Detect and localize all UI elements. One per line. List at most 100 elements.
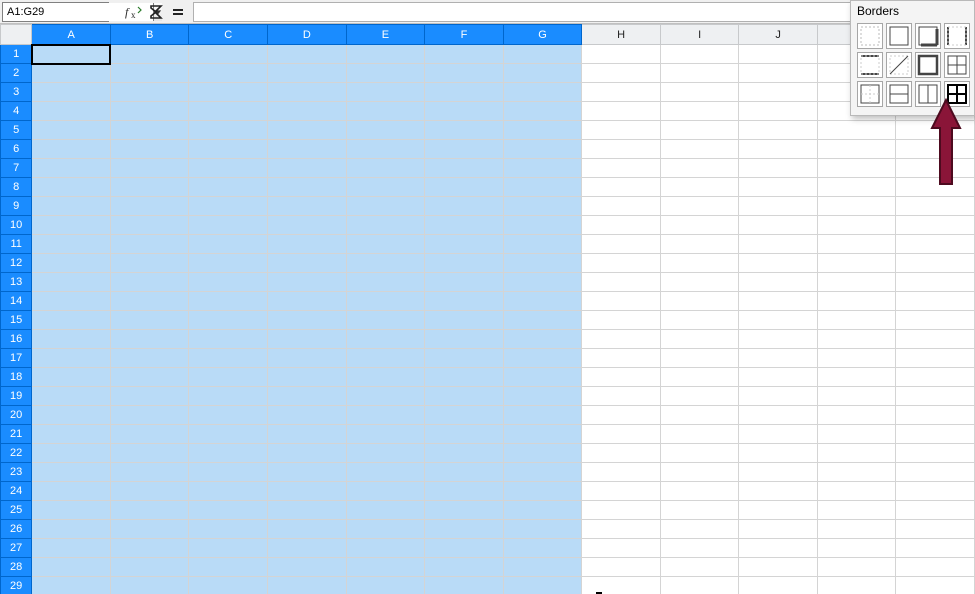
border-option-top-bottom-border[interactable] (857, 52, 883, 78)
cell[interactable] (503, 83, 582, 102)
cell[interactable] (896, 349, 975, 368)
cell[interactable] (503, 539, 582, 558)
cell[interactable] (268, 520, 347, 539)
cell[interactable] (739, 368, 818, 387)
cell[interactable] (268, 577, 347, 594)
cell[interactable] (346, 235, 425, 254)
cell[interactable] (189, 83, 268, 102)
cell[interactable] (739, 235, 818, 254)
cell[interactable] (268, 235, 347, 254)
cell[interactable] (110, 64, 189, 83)
cell[interactable] (896, 406, 975, 425)
cell[interactable] (660, 159, 738, 178)
cell[interactable] (582, 406, 661, 425)
cell[interactable] (32, 254, 111, 273)
cell[interactable] (425, 520, 504, 539)
cell[interactable] (268, 425, 347, 444)
cell[interactable] (346, 140, 425, 159)
cell[interactable] (739, 273, 818, 292)
cell[interactable] (739, 102, 818, 121)
cell[interactable] (503, 406, 582, 425)
column-header[interactable]: G (503, 25, 582, 45)
cell[interactable] (739, 216, 818, 235)
cell[interactable] (425, 311, 504, 330)
border-option-outer-thick[interactable] (915, 52, 941, 78)
cell[interactable] (896, 577, 975, 594)
cell[interactable] (425, 368, 504, 387)
cell[interactable] (268, 330, 347, 349)
cell[interactable] (503, 273, 582, 292)
select-all-corner[interactable] (1, 25, 32, 45)
cell[interactable] (268, 83, 347, 102)
cell[interactable] (817, 463, 896, 482)
cell[interactable] (503, 64, 582, 83)
cell[interactable] (660, 235, 738, 254)
cell[interactable] (817, 558, 896, 577)
cell[interactable] (268, 558, 347, 577)
cell[interactable] (189, 501, 268, 520)
cell[interactable] (346, 216, 425, 235)
row-header[interactable]: 3 (1, 83, 32, 102)
cell[interactable] (896, 520, 975, 539)
cell[interactable] (32, 577, 111, 594)
cell[interactable] (503, 520, 582, 539)
cell[interactable] (189, 178, 268, 197)
cell[interactable] (425, 330, 504, 349)
cell[interactable] (503, 330, 582, 349)
cell[interactable] (660, 425, 738, 444)
row-header[interactable]: 23 (1, 463, 32, 482)
row-header[interactable]: 1 (1, 45, 32, 64)
row-header[interactable]: 5 (1, 121, 32, 140)
cell[interactable] (503, 444, 582, 463)
cell[interactable] (189, 45, 268, 64)
cell[interactable] (660, 520, 738, 539)
cell[interactable] (425, 463, 504, 482)
cell[interactable] (346, 463, 425, 482)
cell[interactable] (189, 463, 268, 482)
cell[interactable] (817, 577, 896, 594)
cell[interactable] (582, 425, 661, 444)
cell[interactable] (110, 83, 189, 102)
cell[interactable] (346, 482, 425, 501)
cell[interactable] (110, 216, 189, 235)
cell[interactable] (268, 178, 347, 197)
cell[interactable] (896, 368, 975, 387)
cell[interactable] (268, 387, 347, 406)
cell[interactable] (660, 463, 738, 482)
cell[interactable] (189, 311, 268, 330)
cell[interactable] (503, 558, 582, 577)
cell[interactable] (896, 254, 975, 273)
cell[interactable] (425, 178, 504, 197)
cell[interactable] (32, 406, 111, 425)
cell[interactable] (110, 577, 189, 594)
cell[interactable] (346, 64, 425, 83)
cell[interactable] (582, 140, 661, 159)
cell[interactable] (503, 102, 582, 121)
cell[interactable] (503, 159, 582, 178)
cell[interactable] (110, 121, 189, 140)
cell[interactable] (660, 83, 738, 102)
cell[interactable] (189, 387, 268, 406)
cell[interactable] (896, 311, 975, 330)
cell[interactable] (110, 406, 189, 425)
cell[interactable] (660, 349, 738, 368)
cell[interactable] (346, 197, 425, 216)
cell[interactable] (32, 140, 111, 159)
cell[interactable] (503, 501, 582, 520)
cell[interactable] (739, 45, 818, 64)
cell[interactable] (503, 254, 582, 273)
cell[interactable] (817, 216, 896, 235)
cell[interactable] (268, 292, 347, 311)
cell[interactable] (425, 83, 504, 102)
cell[interactable] (582, 45, 661, 64)
border-option-box-shadow-heavy[interactable] (915, 23, 941, 49)
cell[interactable] (346, 178, 425, 197)
cell[interactable] (110, 292, 189, 311)
cell[interactable] (346, 273, 425, 292)
cell[interactable] (896, 140, 975, 159)
cell[interactable] (268, 444, 347, 463)
cell[interactable] (32, 330, 111, 349)
cell[interactable] (425, 482, 504, 501)
cell[interactable] (110, 140, 189, 159)
column-header[interactable]: C (189, 25, 268, 45)
